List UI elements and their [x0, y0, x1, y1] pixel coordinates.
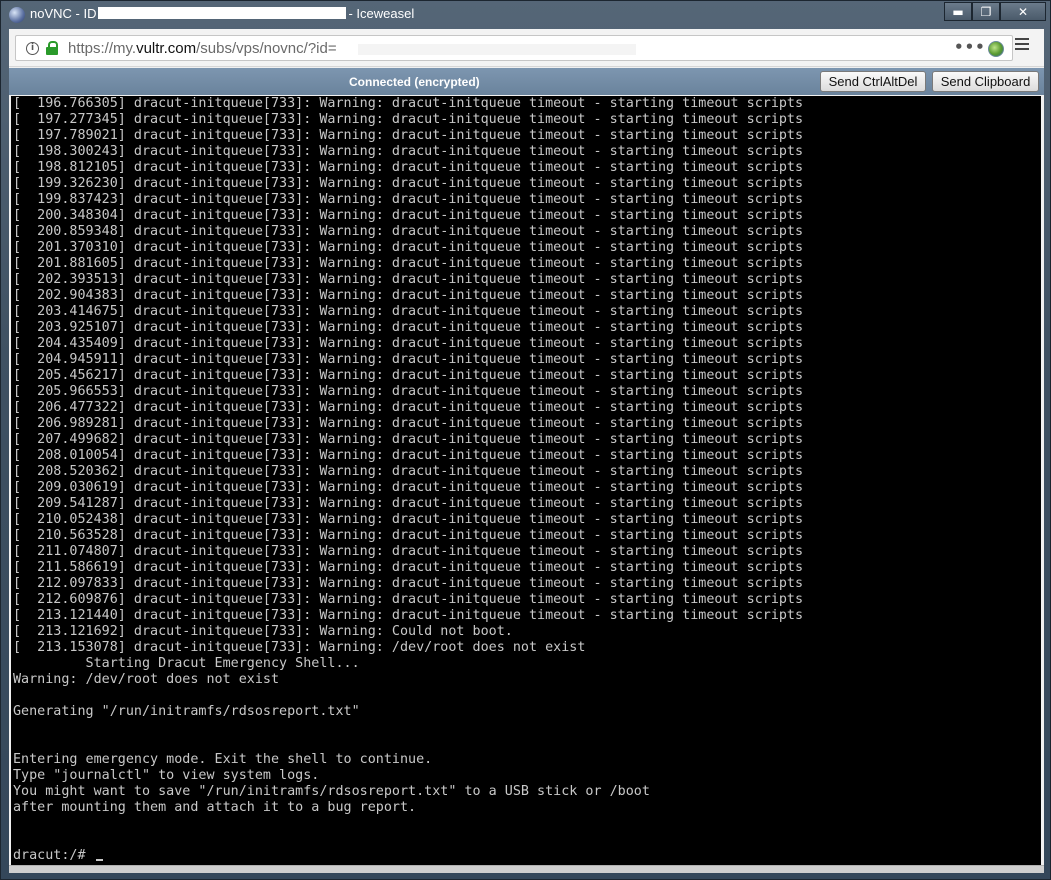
console-line: [ 199.326230] dracut-initqueue[733]: War… — [13, 176, 804, 191]
console-line: [ 212.097833] dracut-initqueue[733]: War… — [13, 576, 804, 591]
url-bar[interactable]: i https://my.vultr.com/subs/vps/novnc/?i… — [15, 35, 1013, 61]
nav-bar: i https://my.vultr.com/subs/vps/novnc/?i… — [9, 29, 1044, 67]
console-line: after mounting them and attach it to a b… — [13, 800, 417, 815]
window-title: noVNC - ID - Iceweasel — [30, 6, 415, 21]
console-line: [ 197.789021] dracut-initqueue[733]: War… — [13, 128, 804, 143]
console-line: [ 208.520362] dracut-initqueue[733]: War… — [13, 464, 804, 479]
minimize-button[interactable]: ▬ — [944, 2, 972, 21]
console-line: [ 200.348304] dracut-initqueue[733]: War… — [13, 208, 804, 223]
console-line: [ 204.435409] dracut-initqueue[733]: War… — [13, 336, 804, 351]
console-line: You might want to save "/run/initramfs/r… — [13, 784, 650, 799]
console-line: [ 213.121440] dracut-initqueue[733]: War… — [13, 608, 804, 623]
redacted-url-id — [358, 44, 636, 55]
lock-icon[interactable] — [46, 41, 58, 55]
maximize-button[interactable]: ❐ — [972, 2, 1000, 21]
console-line: Entering emergency mode. Exit the shell … — [13, 752, 433, 767]
iceweasel-app-icon — [9, 7, 25, 23]
redacted-id — [98, 7, 347, 19]
console-line: Type "journalctl" to view system logs. — [13, 768, 320, 783]
close-button[interactable]: ✕ — [1000, 2, 1046, 21]
console-line: [ 203.414675] dracut-initqueue[733]: War… — [13, 304, 804, 319]
console-line: [ 202.904383] dracut-initqueue[733]: War… — [13, 288, 804, 303]
console-line: [ 196.766305] dracut-initqueue[733]: War… — [13, 96, 804, 111]
send-clipboard-button[interactable]: Send Clipboard — [932, 71, 1039, 92]
console-line: [ 205.456217] dracut-initqueue[733]: War… — [13, 368, 804, 383]
extension-globe-icon[interactable] — [988, 41, 1004, 57]
url-text[interactable]: https://my.vultr.com/subs/vps/novnc/?id= — [68, 40, 337, 57]
url-domain: vultr.com — [136, 40, 197, 57]
console-line: [ 207.499682] dracut-initqueue[733]: War… — [13, 432, 804, 447]
console-line: [ 211.074807] dracut-initqueue[733]: War… — [13, 544, 804, 559]
console-line: Warning: /dev/root does not exist — [13, 672, 280, 687]
console-line: [ 212.609876] dracut-initqueue[733]: War… — [13, 592, 804, 607]
console-line: [ 204.945911] dracut-initqueue[733]: War… — [13, 352, 804, 367]
console-line: [ 210.052438] dracut-initqueue[733]: War… — [13, 512, 804, 527]
console-line: [ 201.370310] dracut-initqueue[733]: War… — [13, 240, 804, 255]
window-controls: ▬ ❐ ✕ — [944, 2, 1046, 22]
text-cursor — [95, 859, 103, 861]
console-line: [ 203.925107] dracut-initqueue[733]: War… — [13, 320, 804, 335]
vnc-console-screen[interactable]: [ 196.766305] dracut-initqueue[733]: War… — [11, 96, 1041, 865]
console-output: [ 196.766305] dracut-initqueue[733]: War… — [13, 96, 803, 864]
page-actions-more-icon[interactable]: ••• — [954, 38, 986, 56]
console-line: [ 200.859348] dracut-initqueue[733]: War… — [13, 224, 804, 239]
console-line: [ 198.812105] dracut-initqueue[733]: War… — [13, 160, 804, 175]
hamburger-menu-icon[interactable] — [1015, 38, 1029, 50]
console-line: [ 199.837423] dracut-initqueue[733]: War… — [13, 192, 804, 207]
console-line: [ 205.966553] dracut-initqueue[733]: War… — [13, 384, 804, 399]
console-line: [ 202.393513] dracut-initqueue[733]: War… — [13, 272, 804, 287]
title-bar[interactable]: noVNC - ID - Iceweasel ▬ ❐ ✕ — [1, 1, 1050, 29]
console-line: [ 213.121692] dracut-initqueue[733]: War… — [13, 624, 513, 639]
console-line: [ 201.881605] dracut-initqueue[733]: War… — [13, 256, 804, 271]
novnc-control-bar: Connected (encrypted) Send CtrlAltDel Se… — [9, 68, 1044, 95]
console-line: Starting Dracut Emergency Shell... — [13, 656, 360, 671]
info-icon[interactable]: i — [26, 42, 39, 55]
browser-window: noVNC - ID - Iceweasel ▬ ❐ ✕ i https://my… — [0, 0, 1051, 880]
horizontal-scrollbar[interactable] — [9, 865, 1044, 873]
send-ctrlaltdel-button[interactable]: Send CtrlAltDel — [820, 71, 926, 92]
console-line: [ 197.277345] dracut-initqueue[733]: War… — [13, 112, 804, 127]
console-line: [ 213.153078] dracut-initqueue[733]: War… — [13, 640, 586, 655]
console-line: [ 206.477322] dracut-initqueue[733]: War… — [13, 400, 804, 415]
browser-content: i https://my.vultr.com/subs/vps/novnc/?i… — [9, 29, 1044, 873]
console-line: [ 206.989281] dracut-initqueue[733]: War… — [13, 416, 804, 431]
shell-prompt: dracut:/# — [13, 848, 803, 864]
console-line: [ 210.563528] dracut-initqueue[733]: War… — [13, 528, 804, 543]
console-line: [ 198.300243] dracut-initqueue[733]: War… — [13, 144, 804, 159]
console-line: [ 209.541287] dracut-initqueue[733]: War… — [13, 496, 804, 511]
console-line: [ 208.010054] dracut-initqueue[733]: War… — [13, 448, 804, 463]
console-line: [ 211.586619] dracut-initqueue[733]: War… — [13, 560, 804, 575]
console-line: Generating "/run/initramfs/rdsosreport.t… — [13, 704, 360, 719]
console-line: [ 209.030619] dracut-initqueue[733]: War… — [13, 480, 804, 495]
connection-status: Connected (encrypted) — [349, 75, 480, 89]
